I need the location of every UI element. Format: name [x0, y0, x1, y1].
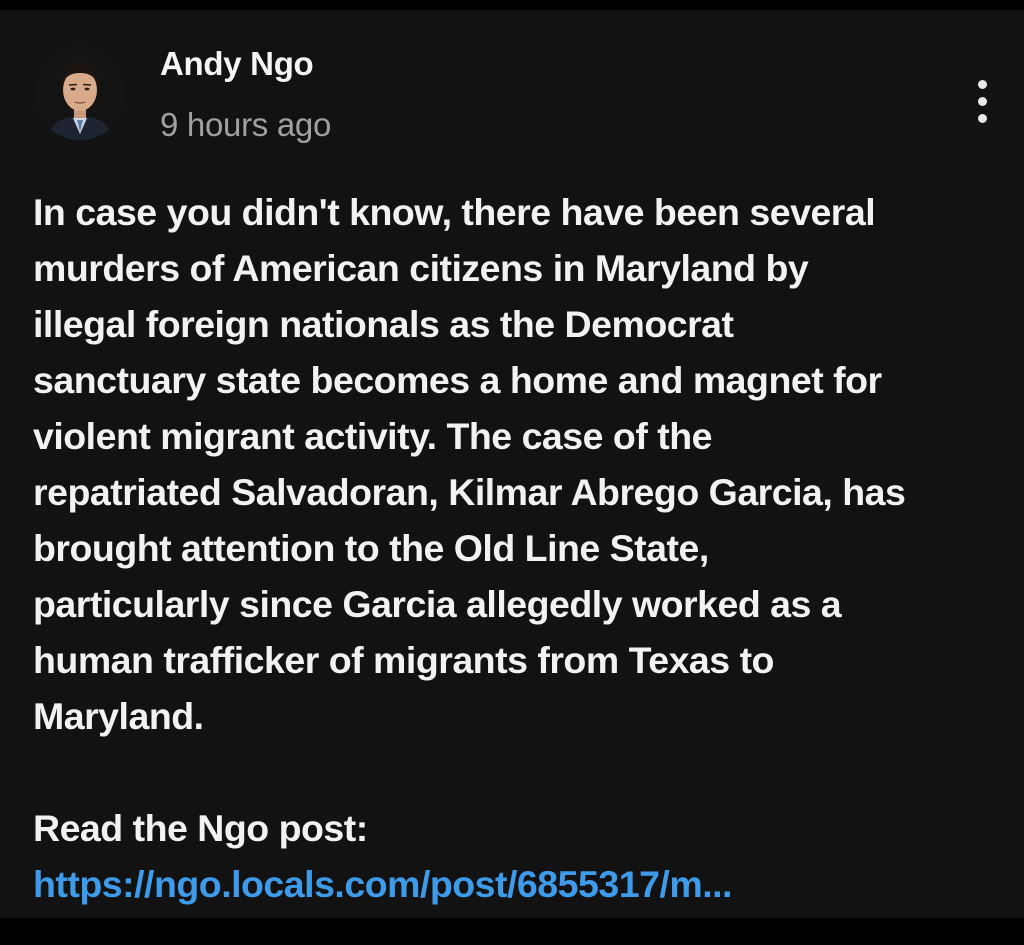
- post-text-line: brought attention to the Old Line State,: [33, 527, 709, 569]
- post-text-line: human trafficker of migrants from Texas …: [33, 639, 774, 681]
- post-text-line: Maryland.: [33, 695, 204, 737]
- post-text-line: In case you didn't know, there have been…: [33, 191, 876, 233]
- post-text-line: sanctuary state becomes a home and magne…: [33, 359, 882, 401]
- post-link[interactable]: https://ngo.locals.com/post/6855317/m...: [33, 856, 732, 912]
- person-portrait-avatar-icon: [33, 46, 127, 140]
- author-avatar[interactable]: [33, 46, 127, 140]
- post-timestamp: 9 hours ago: [160, 106, 331, 143]
- post-text-line: repatriated Salvadoran, Kilmar Abrego Ga…: [33, 471, 906, 513]
- read-post-label: Read the Ngo post:: [33, 807, 368, 849]
- post-text-line: particularly since Garcia allegedly work…: [33, 583, 842, 625]
- post-text-line: illegal foreign nationals as the Democra…: [33, 303, 734, 345]
- post-body-text: In case you didn't know, there have been…: [33, 184, 993, 744]
- post-text-line: murders of American citizens in Maryland…: [33, 247, 809, 289]
- post-card: Andy Ngo 9 hours ago In case you didn't …: [0, 10, 1024, 918]
- post-text-line: violent migrant activity. The case of th…: [33, 415, 712, 457]
- vertical-ellipsis-icon: [977, 79, 987, 89]
- more-options-button[interactable]: [962, 74, 1002, 128]
- author-name[interactable]: Andy Ngo: [160, 45, 314, 83]
- vertical-ellipsis-icon: [977, 113, 987, 123]
- vertical-ellipsis-icon: [977, 96, 987, 106]
